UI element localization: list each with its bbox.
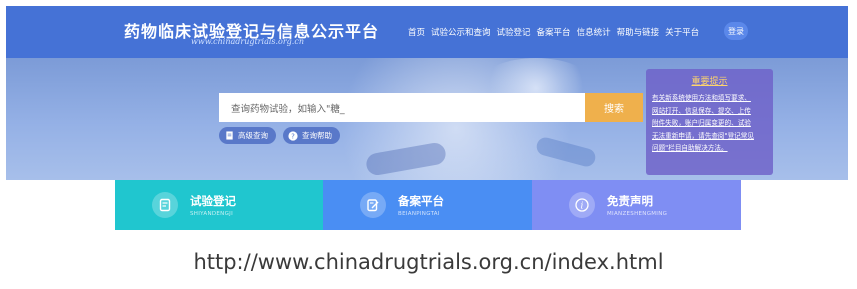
notice-line[interactable]: 有关新系统使用方法和填写要求、 — [652, 92, 767, 105]
nav-item-trial-registration[interactable]: 试验登记 — [497, 26, 531, 38]
card-subtitle: SHIYANDENGJI — [190, 211, 233, 217]
card-subtitle: BEIANPINGTAI — [398, 211, 440, 217]
nav-item-about[interactable]: 关于平台 — [665, 26, 699, 38]
page: 药物临床试验登记与信息公示平台 www.chinadrugtrials.org.… — [0, 0, 857, 289]
login-button[interactable]: 登录 — [724, 22, 748, 40]
search-button[interactable]: 搜索 — [585, 93, 643, 122]
hero-banner: 查询药物试验，如输入"糖_ 搜索 高级查询 ? 查询帮助 重要提示 有关新系统使… — [6, 58, 848, 180]
card-trial-registration[interactable]: 试验登记 SHIYANDENGJI — [115, 180, 323, 230]
card-disclaimer[interactable]: i 免责声明 MIANZESHENGMING — [532, 180, 741, 230]
url-caption: http://www.chinadrugtrials.org.cn/index.… — [193, 250, 664, 274]
search-help-label: 查询帮助 — [302, 131, 332, 140]
advanced-search-button[interactable]: 高级查询 — [219, 127, 276, 144]
nav-item-trial-search[interactable]: 试验公示和查询 — [431, 26, 491, 38]
top-navbar: 药物临床试验登记与信息公示平台 www.chinadrugtrials.org.… — [6, 6, 848, 58]
form-icon — [152, 192, 178, 218]
card-title: 试验登记 — [190, 194, 236, 208]
nav-item-filing-platform[interactable]: 备案平台 — [537, 26, 571, 38]
document-icon — [224, 131, 234, 141]
card-title: 备案平台 — [398, 194, 444, 208]
notice-line[interactable]: 问题"栏目自助解决方法。 — [652, 142, 767, 155]
notice-line[interactable]: 无法重新申请，请先查阅"登记常见 — [652, 130, 767, 143]
notice-body[interactable]: 有关新系统使用方法和填写要求、 网站打开、信息保存、提交、上传 附件失败，账户归… — [652, 92, 767, 155]
question-icon: ? — [288, 130, 298, 141]
search-input[interactable]: 查询药物试验，如输入"糖_ — [219, 93, 585, 122]
notice-line[interactable]: 附件失败，账户归属变更的、试验 — [652, 117, 767, 130]
edit-doc-icon — [360, 192, 386, 218]
nav-item-statistics[interactable]: 信息统计 — [577, 26, 611, 38]
main-nav: 首页 试验公示和查询 试验登记 备案平台 信息统计 帮助与链接 关于平台 — [408, 26, 699, 38]
svg-text:?: ? — [291, 132, 295, 140]
notice-line[interactable]: 网站打开、信息保存、提交、上传 — [652, 105, 767, 118]
card-title: 免责声明 — [607, 194, 653, 208]
card-subtitle: MIANZESHENGMING — [607, 211, 668, 217]
info-icon: i — [569, 192, 595, 218]
important-notice-panel: 重要提示 有关新系统使用方法和填写要求、 网站打开、信息保存、提交、上传 附件失… — [646, 69, 773, 175]
nav-item-help-links[interactable]: 帮助与链接 — [617, 26, 660, 38]
notice-title: 重要提示 — [691, 77, 728, 87]
advanced-search-label: 高级查询 — [238, 131, 268, 140]
nav-item-home[interactable]: 首页 — [408, 26, 425, 38]
card-filing-platform[interactable]: 备案平台 BEIANPINGTAI — [323, 180, 532, 230]
svg-text:i: i — [581, 202, 584, 212]
site-url: www.chinadrugtrials.org.cn — [191, 37, 304, 46]
search-help-button[interactable]: ? 查询帮助 — [283, 127, 340, 144]
